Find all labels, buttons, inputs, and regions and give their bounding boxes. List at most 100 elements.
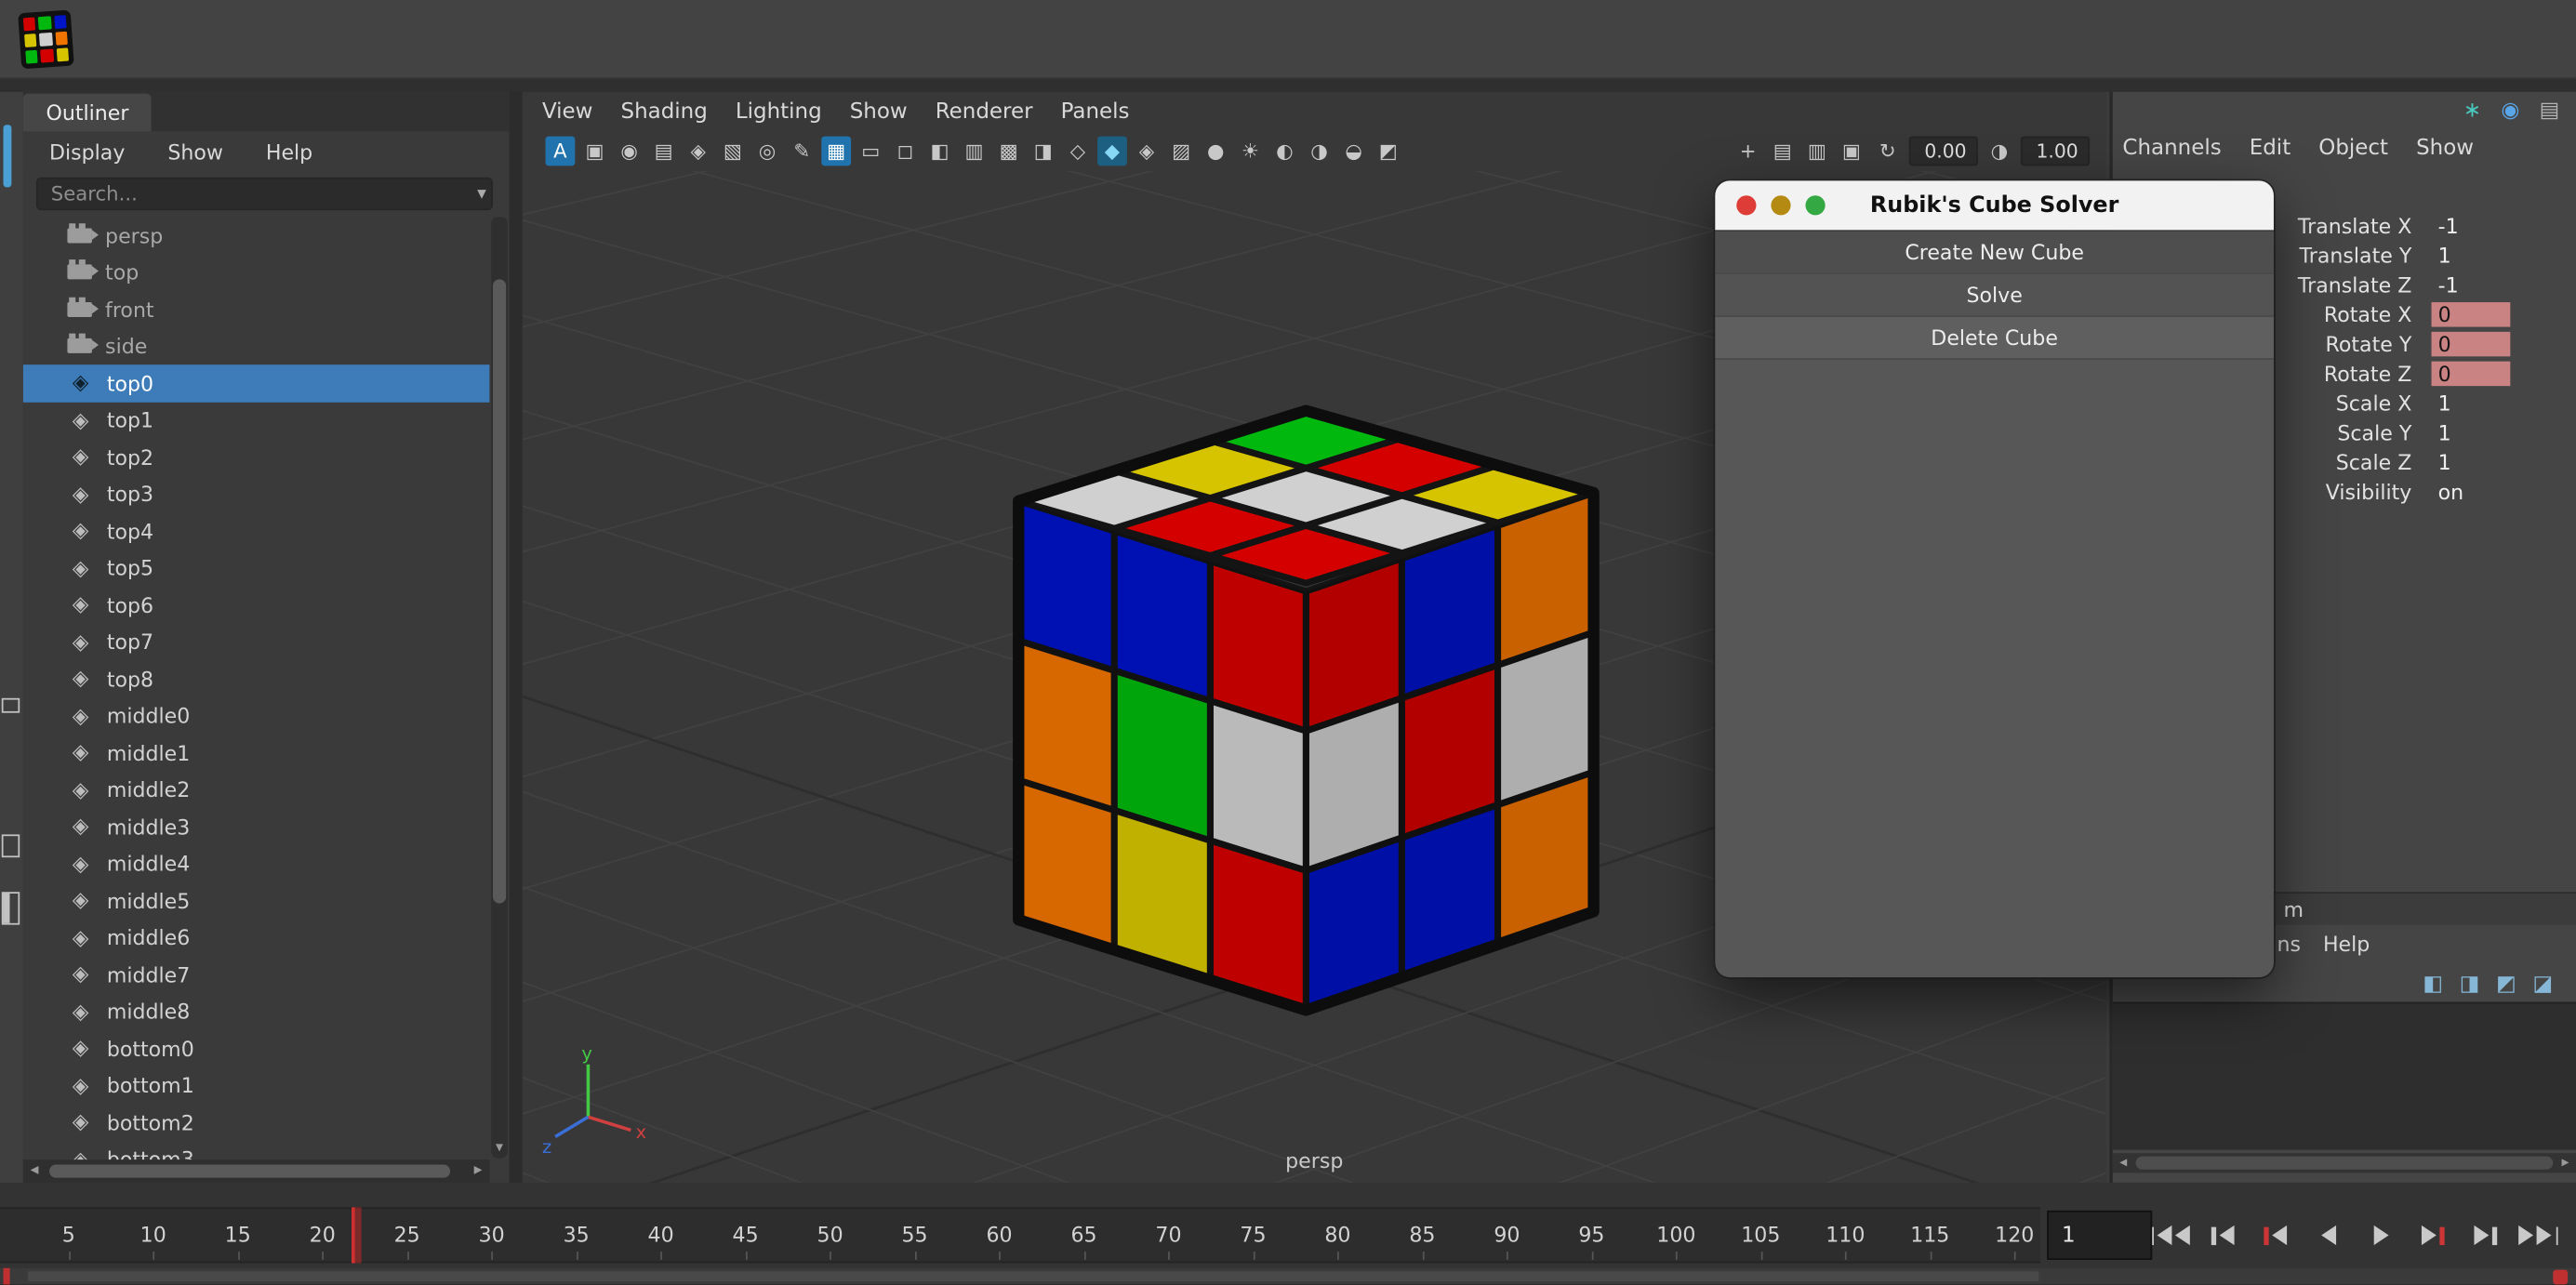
move-layer-up-icon[interactable]: ◧ (2423, 972, 2443, 996)
viewport-menu-item[interactable]: Renderer (936, 99, 1033, 124)
gamma-field[interactable]: 1.00 (2021, 137, 2090, 166)
outliner-item[interactable]: top2 (23, 439, 490, 476)
viewport-menu-item[interactable]: Shading (621, 99, 708, 124)
viewport-menu-item[interactable]: Panels (1061, 99, 1130, 124)
search-filter-dropdown-icon[interactable]: ▾ (477, 182, 486, 204)
layer-tab-fragment[interactable]: m (2284, 897, 2304, 921)
gate-mask-icon[interactable]: ◧ (925, 137, 955, 166)
outliner-item[interactable]: top1 (23, 402, 490, 439)
play-forward-button[interactable] (2359, 1211, 2402, 1260)
outliner-item[interactable]: top0 (23, 364, 490, 402)
use-default-material-icon[interactable]: ● (1201, 137, 1230, 166)
outliner-item[interactable]: top8 (23, 660, 490, 697)
safe-action-icon[interactable]: ▩ (994, 137, 1024, 166)
gamma-icon[interactable]: ◑ (1985, 137, 2014, 166)
layer-list[interactable] (2113, 1002, 2576, 1150)
channel-value[interactable]: 1 (2432, 419, 2511, 444)
scroll-right-arrow-icon[interactable]: ▸ (467, 1159, 490, 1183)
outliner-item[interactable]: top (23, 254, 490, 291)
outliner-horizontal-scrollbar[interactable]: ◂ ▸ (23, 1159, 490, 1183)
outliner-item[interactable]: front (23, 291, 490, 328)
wireframe-icon[interactable]: ◇ (1063, 137, 1093, 166)
quick-layout-two-pane-button[interactable] (2, 834, 20, 857)
film-gate-icon[interactable]: ▭ (856, 137, 885, 166)
textured-icon[interactable]: ▨ (1166, 137, 1196, 166)
channel-value[interactable]: on (2432, 479, 2511, 503)
tool-settings-icon[interactable]: ∗ (2463, 98, 2481, 122)
track-icon[interactable]: + (1733, 137, 1763, 166)
selection-mask-icon[interactable]: A (546, 137, 576, 166)
step-back-frame-button[interactable] (2201, 1211, 2244, 1260)
outliner-item[interactable]: middle1 (23, 735, 490, 772)
resolution-gate-icon[interactable]: ◻ (890, 137, 920, 166)
object-details-icon[interactable]: ▥ (1802, 137, 1832, 166)
new-layer-selected-icon[interactable]: ◪ (2533, 972, 2554, 996)
outliner-item[interactable]: middle3 (23, 808, 490, 845)
pan-zoom-icon[interactable]: ◎ (752, 137, 782, 166)
outliner-menu-item[interactable]: Display (49, 139, 125, 163)
grid-icon[interactable]: ▦ (821, 137, 851, 166)
outliner-item[interactable]: bottom0 (23, 1030, 490, 1067)
viewport-menu-item[interactable]: Show (850, 99, 908, 124)
camera-select-icon[interactable]: ▣ (580, 137, 610, 166)
shadows-icon[interactable]: ◐ (1270, 137, 1300, 166)
occlusion-icon[interactable]: ◑ (1305, 137, 1334, 166)
channel-value[interactable]: 1 (2432, 391, 2511, 415)
layer-horizontal-scrollbar[interactable]: ◂ ▸ (2113, 1153, 2576, 1172)
app-icon-rubiks-cube[interactable] (18, 9, 74, 69)
step-back-key-button[interactable] (2254, 1211, 2297, 1260)
solve-button[interactable]: Solve (1715, 274, 2274, 317)
layer-menu-fragment[interactable]: ns (2277, 932, 2301, 956)
camera-attributes-icon[interactable]: ▤ (649, 137, 679, 166)
scrollbar-thumb[interactable] (49, 1165, 450, 1178)
time-slider[interactable]: 5101520253035404550556065707580859095100… (0, 1207, 2040, 1263)
outliner-item[interactable]: top7 (23, 623, 490, 660)
scrollbar-thumb[interactable] (493, 279, 506, 903)
auto-keyframe-icon[interactable] (2553, 1270, 2568, 1285)
quick-layout-split-pane-button[interactable] (2, 892, 20, 924)
range-start-handle[interactable] (4, 1268, 10, 1285)
create-new-cube-button[interactable]: Create New Cube (1715, 232, 2274, 274)
move-layer-down-icon[interactable]: ◨ (2460, 972, 2480, 996)
channel-value[interactable]: 1 (2432, 449, 2511, 473)
channel-box-menu-item[interactable]: Channels (2122, 136, 2221, 160)
outliner-item[interactable]: middle5 (23, 882, 490, 920)
viewport-menu-item[interactable]: Lighting (736, 99, 822, 124)
outliner-item[interactable]: middle7 (23, 956, 490, 993)
scroll-left-arrow-icon[interactable]: ◂ (2113, 1153, 2134, 1172)
channel-box-menu-item[interactable]: Show (2416, 136, 2474, 160)
quick-layout-single-pane-button[interactable] (2, 698, 20, 713)
outliner-item[interactable]: top5 (23, 550, 490, 587)
new-empty-layer-icon[interactable]: ◩ (2496, 972, 2516, 996)
close-button[interactable] (1736, 195, 1756, 215)
tab-outliner[interactable]: Outliner (23, 94, 152, 132)
dialog-titlebar[interactable]: Rubik's Cube Solver (1715, 180, 2274, 230)
isolate-select-icon[interactable]: ◩ (1374, 137, 1403, 166)
layer-help-menu[interactable]: Help (2323, 932, 2370, 956)
outliner-item[interactable]: middle6 (23, 919, 490, 956)
outliner-menu-item[interactable]: Show (167, 139, 223, 163)
hud-icon[interactable]: ▤ (1768, 137, 1798, 166)
outliner-menu-item[interactable]: Help (266, 139, 312, 163)
channel-value[interactable]: -1 (2432, 272, 2511, 296)
safe-title-icon[interactable]: ◨ (1029, 137, 1058, 166)
channel-box-menu-item[interactable]: Object (2318, 136, 2388, 160)
outliner-item[interactable]: top3 (23, 475, 490, 512)
search-input[interactable] (36, 178, 493, 210)
outliner-item[interactable]: top6 (23, 587, 490, 624)
outliner-item[interactable]: middle4 (23, 845, 490, 882)
current-time-marker[interactable] (352, 1207, 362, 1263)
scroll-down-arrow-icon[interactable]: ▾ (491, 1138, 508, 1158)
channel-value[interactable]: 1 (2432, 243, 2511, 267)
snapshot-icon[interactable]: ▣ (1837, 137, 1866, 166)
range-slider[interactable] (0, 1268, 2576, 1285)
outliner-item[interactable]: persp (23, 217, 490, 254)
grease-pencil-icon[interactable]: ✎ (787, 137, 817, 166)
channel-box-menu-item[interactable]: Edit (2250, 136, 2291, 160)
outliner-item[interactable]: side (23, 327, 490, 364)
smooth-shade-icon[interactable]: ◆ (1097, 137, 1127, 166)
camera-lock-icon[interactable]: ◉ (615, 137, 644, 166)
play-backward-button[interactable] (2306, 1211, 2349, 1260)
channel-box-icon[interactable]: ▤ (2540, 98, 2560, 122)
image-plane-icon[interactable]: ▧ (718, 137, 748, 166)
